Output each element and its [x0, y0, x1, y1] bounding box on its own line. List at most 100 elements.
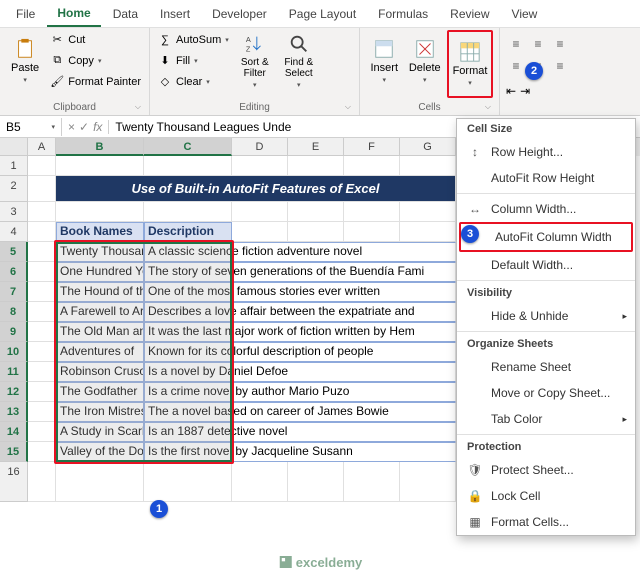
insert-cells-button[interactable]: Insert▾: [366, 30, 403, 92]
annotation-badge-3: 3: [461, 225, 479, 243]
tab-insert[interactable]: Insert: [150, 2, 200, 26]
increase-indent[interactable]: ⇥: [520, 84, 530, 98]
row-11[interactable]: 11: [0, 362, 28, 382]
find-select-button[interactable]: Find & Select▾: [279, 30, 319, 92]
dd-autofit-column-width[interactable]: AutoFit Column Width: [459, 222, 633, 252]
row-9[interactable]: 9: [0, 322, 28, 342]
tab-formulas[interactable]: Formulas: [368, 2, 438, 26]
format-button-highlight: Format▾: [447, 30, 493, 98]
dd-column-width[interactable]: ↔Column Width...: [457, 196, 635, 222]
decrease-indent[interactable]: ⇤: [506, 84, 516, 98]
tab-pagelayout[interactable]: Page Layout: [279, 2, 366, 26]
ribbon-tabs: File Home Data Insert Developer Page Lay…: [0, 0, 640, 28]
row-7[interactable]: 7: [0, 282, 28, 302]
delete-cells-button[interactable]: Delete▾: [407, 30, 444, 92]
insert-label: Insert: [370, 62, 398, 74]
tab-review[interactable]: Review: [440, 2, 499, 26]
brush-icon: 🖌: [50, 75, 64, 89]
title-cell[interactable]: Use of Built-in AutoFit Features of Exce…: [56, 176, 456, 202]
dd-move-copy-sheet[interactable]: Move or Copy Sheet...: [457, 380, 635, 406]
col-G[interactable]: G: [400, 138, 456, 156]
group-editing: ∑AutoSum▾ ⬇Fill▾ ◇Clear▾ AZ Sort & Filte…: [150, 28, 360, 115]
align-bottom-left[interactable]: ≡: [506, 56, 526, 76]
tab-data[interactable]: Data: [103, 2, 148, 26]
row-4[interactable]: 4: [0, 222, 28, 242]
dd-row-height[interactable]: ↕Row Height...: [457, 139, 635, 165]
row-1[interactable]: 1: [0, 156, 28, 176]
accept-formula[interactable]: ✓: [79, 120, 89, 134]
annotation-badge-1: 1: [150, 500, 168, 518]
dd-lock-cell[interactable]: 🔒Lock Cell: [457, 483, 635, 509]
dd-protect-sheet[interactable]: 🛡Protect Sheet...: [457, 457, 635, 483]
dd-rename-sheet[interactable]: Rename Sheet: [457, 354, 635, 380]
align-top-left[interactable]: ≡: [506, 34, 526, 54]
delete-cells-icon: [414, 38, 436, 60]
fx-icon[interactable]: fx: [93, 120, 102, 134]
ribbon: Paste ▾ ✂Cut ⧉Copy▾ 🖌Format Painter Clip…: [0, 28, 640, 116]
row-12[interactable]: 12: [0, 382, 28, 402]
header-description[interactable]: Description: [144, 222, 232, 242]
cut-label: Cut: [68, 34, 85, 46]
dd-autofit-col-label: AutoFit Column Width: [495, 230, 612, 244]
row-2[interactable]: 2: [0, 176, 28, 202]
sort-icon: AZ: [244, 33, 266, 55]
dd-tab-color[interactable]: Tab Color▸: [457, 406, 635, 432]
dd-default-width-label: Default Width...: [491, 258, 573, 272]
row-10[interactable]: 10: [0, 342, 28, 362]
copy-label: Copy: [68, 55, 94, 67]
svg-text:Z: Z: [246, 44, 251, 53]
header-book-names[interactable]: Book Names: [56, 222, 144, 242]
dd-col-width-label: Column Width...: [491, 202, 576, 216]
autosum-label: AutoSum: [176, 34, 221, 46]
dd-hide-unhide[interactable]: Hide & Unhide▸: [457, 303, 635, 329]
dd-lock-label: Lock Cell: [491, 489, 540, 503]
tab-file[interactable]: File: [6, 2, 45, 26]
align-top-right[interactable]: ≡: [550, 34, 570, 54]
fill-button[interactable]: ⬇Fill▾: [156, 51, 231, 70]
annotation-badge-2: 2: [525, 62, 543, 80]
col-D[interactable]: D: [232, 138, 288, 156]
fill-down-icon: ⬇: [158, 54, 172, 68]
dd-row-height-label: Row Height...: [491, 145, 563, 159]
tab-home[interactable]: Home: [47, 1, 100, 27]
row-5[interactable]: 5: [0, 242, 28, 262]
col-A[interactable]: A: [28, 138, 56, 156]
sort-filter-button[interactable]: AZ Sort & Filter▾: [235, 30, 275, 92]
dd-autofit-row-height[interactable]: AutoFit Row Height: [457, 165, 635, 191]
col-E[interactable]: E: [288, 138, 344, 156]
format-dropdown: Cell Size ↕Row Height... AutoFit Row Hei…: [456, 118, 636, 536]
row-16[interactable]: 16: [0, 462, 28, 502]
row-14[interactable]: 14: [0, 422, 28, 442]
cancel-formula[interactable]: ×: [68, 120, 75, 134]
align-top-center[interactable]: ≡: [528, 34, 548, 54]
col-F[interactable]: F: [344, 138, 400, 156]
cut-button[interactable]: ✂Cut: [48, 30, 143, 49]
watermark-text: exceldemy: [296, 555, 363, 570]
row-6[interactable]: 6: [0, 262, 28, 282]
row-13[interactable]: 13: [0, 402, 28, 422]
row-8[interactable]: 8: [0, 302, 28, 322]
dd-rename-label: Rename Sheet: [491, 360, 571, 374]
dd-tabcolor-label: Tab Color: [491, 412, 542, 426]
format-cells-icon: ▦: [467, 514, 483, 530]
shield-icon: 🛡: [467, 462, 483, 478]
col-C[interactable]: C: [144, 138, 232, 156]
copy-button[interactable]: ⧉Copy▾: [48, 51, 143, 70]
format-cells-button[interactable]: Format▾: [450, 33, 490, 95]
col-B[interactable]: B: [56, 138, 144, 156]
format-painter-button[interactable]: 🖌Format Painter: [48, 72, 143, 91]
row-15[interactable]: 15: [0, 442, 28, 462]
name-box[interactable]: B5▾: [0, 118, 62, 136]
dd-default-width[interactable]: Default Width...: [457, 252, 635, 278]
paste-button[interactable]: Paste ▾: [6, 30, 44, 92]
tab-developer[interactable]: Developer: [202, 2, 277, 26]
search-icon: [288, 33, 310, 55]
autosum-button[interactable]: ∑AutoSum▾: [156, 30, 231, 49]
align-bottom-right[interactable]: ≡: [550, 56, 570, 76]
row-3[interactable]: 3: [0, 202, 28, 222]
clear-button[interactable]: ◇Clear▾: [156, 72, 231, 91]
tab-view[interactable]: View: [502, 2, 548, 26]
group-alignment: ≡≡≡ ≡≡≡ ⇤ ⇥: [500, 28, 620, 115]
select-all-corner[interactable]: [0, 138, 28, 156]
dd-format-cells[interactable]: ▦Format Cells...: [457, 509, 635, 535]
